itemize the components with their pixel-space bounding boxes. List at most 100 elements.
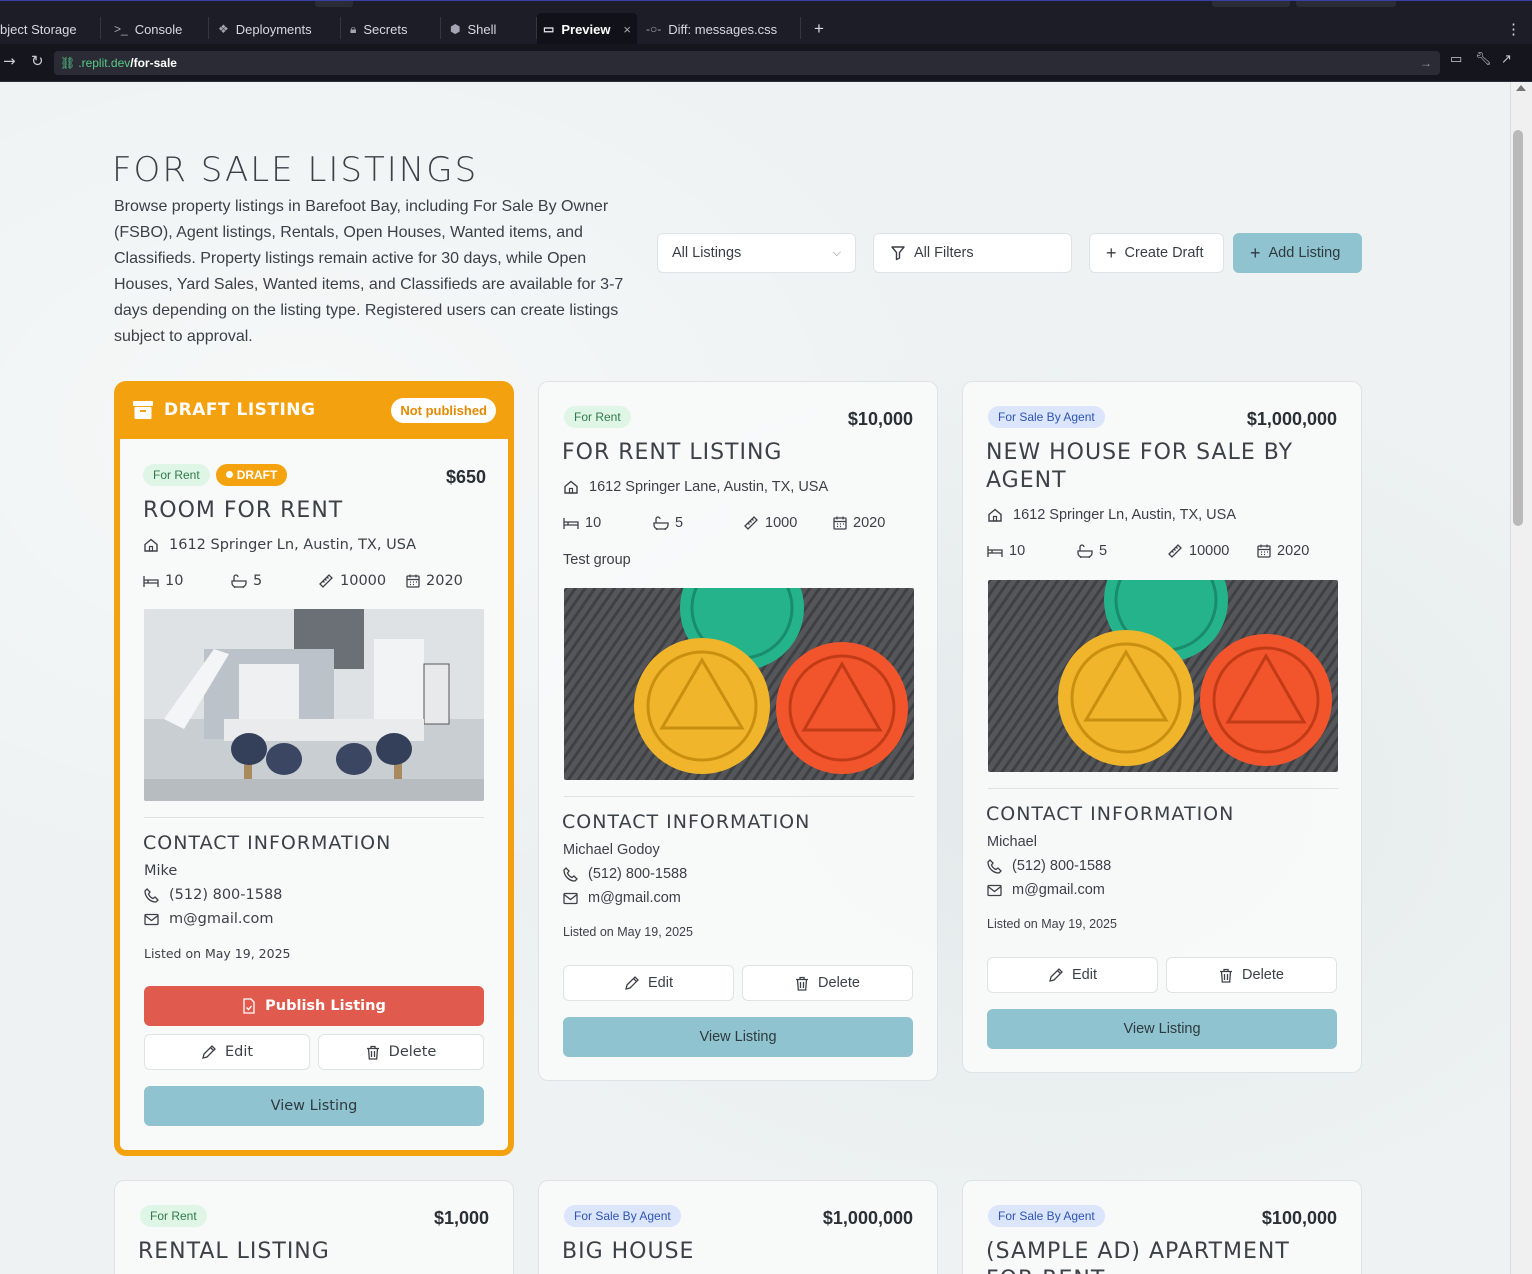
baths-stat: 5 xyxy=(1077,543,1167,559)
edit-button[interactable]: Edit xyxy=(563,965,734,1001)
listing-price: $10,000 xyxy=(847,409,913,429)
address-text: 1612 Springer Ln, Austin, TX, USA xyxy=(1013,507,1237,523)
forward-icon[interactable]: → xyxy=(3,52,16,70)
badge-row: For Rent DRAFT xyxy=(143,464,288,486)
ruler-icon xyxy=(319,574,333,588)
publish-listing-button[interactable]: Publish Listing xyxy=(144,986,484,1026)
divider xyxy=(144,817,484,818)
address-text: 1612 Springer Ln, Austin, TX, USA xyxy=(169,537,417,553)
more-icon[interactable]: ⋮ xyxy=(1500,13,1527,45)
delete-button[interactable]: Delete xyxy=(318,1034,484,1070)
baths-stat: 5 xyxy=(231,573,318,589)
email-text: m@gmail.com xyxy=(169,911,274,927)
draft-listing-card: DRAFT LISTING Not published For Rent DRA… xyxy=(114,381,514,1156)
tab-label: Secrets xyxy=(363,21,408,37)
wrench-icon[interactable]: 🔧︎ xyxy=(1475,52,1492,67)
contact-phone: (512) 800-1588 xyxy=(987,858,1111,874)
tab-secrets[interactable]: 🔒︎ Secrets xyxy=(344,13,413,45)
year-value: 2020 xyxy=(1277,543,1310,559)
scrollbar-thumb[interactable] xyxy=(1513,130,1523,526)
tab-label: Deployments xyxy=(235,21,312,37)
view-listing-button[interactable]: View Listing xyxy=(987,1009,1337,1049)
listing-group: Test group xyxy=(563,552,631,568)
tab-preview[interactable]: ▭ Preview × xyxy=(537,13,637,45)
delete-button[interactable]: Delete xyxy=(1166,957,1337,993)
contact-heading: CONTACT INFORMATION xyxy=(986,803,1235,825)
add-listing-button[interactable]: + Add Listing xyxy=(1233,233,1362,273)
edit-button[interactable]: Edit xyxy=(987,957,1158,993)
tab-diff[interactable]: -○- Diff: messages.css xyxy=(640,13,783,45)
divider xyxy=(564,796,914,797)
new-tab-button[interactable]: + xyxy=(808,13,830,45)
year-stat: 2020 xyxy=(406,573,463,589)
lock-icon: 🔒︎ xyxy=(350,21,357,36)
bath-icon xyxy=(231,574,247,588)
devices-icon[interactable]: ▭ xyxy=(1450,52,1462,67)
page-title: FOR SALE LISTINGS xyxy=(112,150,479,190)
top-strip xyxy=(315,1,353,7)
title-line: NEW HOUSE FOR SALE BY xyxy=(986,440,1294,465)
baths-value: 5 xyxy=(675,515,684,531)
listing-image-interior[interactable] xyxy=(144,609,484,801)
tab-label: Shell xyxy=(467,21,497,37)
dot-icon xyxy=(225,471,233,478)
go-arrow-icon[interactable]: → xyxy=(1420,56,1432,70)
url-field[interactable]: ⛓︎ .replit.dev/for-sale → xyxy=(54,51,1440,75)
view-listing-button[interactable]: View Listing xyxy=(563,1017,913,1057)
chevron-down-icon: ⌵ xyxy=(832,246,841,259)
draft-card-body: For Rent DRAFT $650 ROOM FOR RENT 1612 S… xyxy=(120,439,508,1150)
view-listing-button[interactable]: View Listing xyxy=(144,1086,484,1126)
delete-label: Delete xyxy=(1242,967,1284,983)
archive-icon xyxy=(133,401,153,419)
baths-value: 5 xyxy=(1099,543,1108,559)
tab-deployments[interactable]: ❖ Deployments xyxy=(212,13,318,45)
reload-icon[interactable]: ↻ xyxy=(31,52,44,70)
create-draft-button[interactable]: + Create Draft xyxy=(1089,233,1224,273)
listing-address: 1612 Springer Ln, Austin, TX, USA xyxy=(987,507,1236,523)
baths-stat: 5 xyxy=(653,515,743,531)
tab-divider xyxy=(440,17,441,39)
listing-price: $650 xyxy=(445,467,486,487)
filter-icon xyxy=(891,246,905,261)
tab-divider xyxy=(340,17,341,39)
scroll-up-icon[interactable] xyxy=(1516,85,1526,91)
listing-card-agent: For Sale By Agent $1,000,000 NEW HOUSE F… xyxy=(962,381,1362,1073)
publish-label: Publish Listing xyxy=(265,998,386,1014)
listing-title: RENTAL LISTING xyxy=(138,1239,330,1264)
pencil-icon xyxy=(625,975,639,990)
tab-console[interactable]: >_ Console xyxy=(108,13,188,45)
monitor-icon: ▭ xyxy=(543,22,555,36)
calendar-icon xyxy=(833,516,847,530)
listing-price: $1,000,000 xyxy=(1246,409,1337,429)
sqft-stat: 10000 xyxy=(318,573,406,589)
filters-button[interactable]: All Filters xyxy=(873,233,1072,273)
tab-object-storage[interactable]: bject Storage xyxy=(0,13,92,45)
shell-icon: ⬢ xyxy=(450,22,461,36)
tab-divider xyxy=(100,17,101,39)
listing-image-coins[interactable] xyxy=(988,580,1338,772)
tab-label: Preview xyxy=(561,21,611,37)
phone-icon xyxy=(144,887,159,903)
external-link-icon[interactable]: ↗ xyxy=(1501,52,1512,67)
preview-viewport: FOR SALE LISTINGS Browse property listin… xyxy=(0,82,1510,1274)
close-icon[interactable]: × xyxy=(623,22,631,37)
delete-button[interactable]: Delete xyxy=(742,965,913,1001)
select-value: All Listings xyxy=(672,245,742,261)
beds-stat: 10 xyxy=(143,573,231,589)
listing-title: ROOM FOR RENT xyxy=(143,498,344,523)
draft-badge-label: DRAFT xyxy=(236,468,278,482)
edit-button[interactable]: Edit xyxy=(144,1034,310,1070)
tab-shell[interactable]: ⬢ Shell xyxy=(444,13,502,45)
url-bar: ⛓︎ .replit.dev/for-sale → xyxy=(0,44,1532,82)
mail-icon xyxy=(144,913,159,925)
listing-type-select[interactable]: All Listings ⌵ xyxy=(657,233,856,273)
draft-header: DRAFT LISTING xyxy=(132,399,316,421)
home-icon xyxy=(144,538,158,552)
listed-date: Listed on May 19, 2025 xyxy=(563,925,693,939)
status-badge: Not published xyxy=(391,398,496,423)
listing-image-coins[interactable] xyxy=(564,588,914,780)
ruler-icon xyxy=(744,516,758,530)
trash-icon xyxy=(796,976,809,991)
git-commit-icon: -○- xyxy=(646,22,662,36)
listing-title: FOR RENT LISTING xyxy=(562,440,783,465)
